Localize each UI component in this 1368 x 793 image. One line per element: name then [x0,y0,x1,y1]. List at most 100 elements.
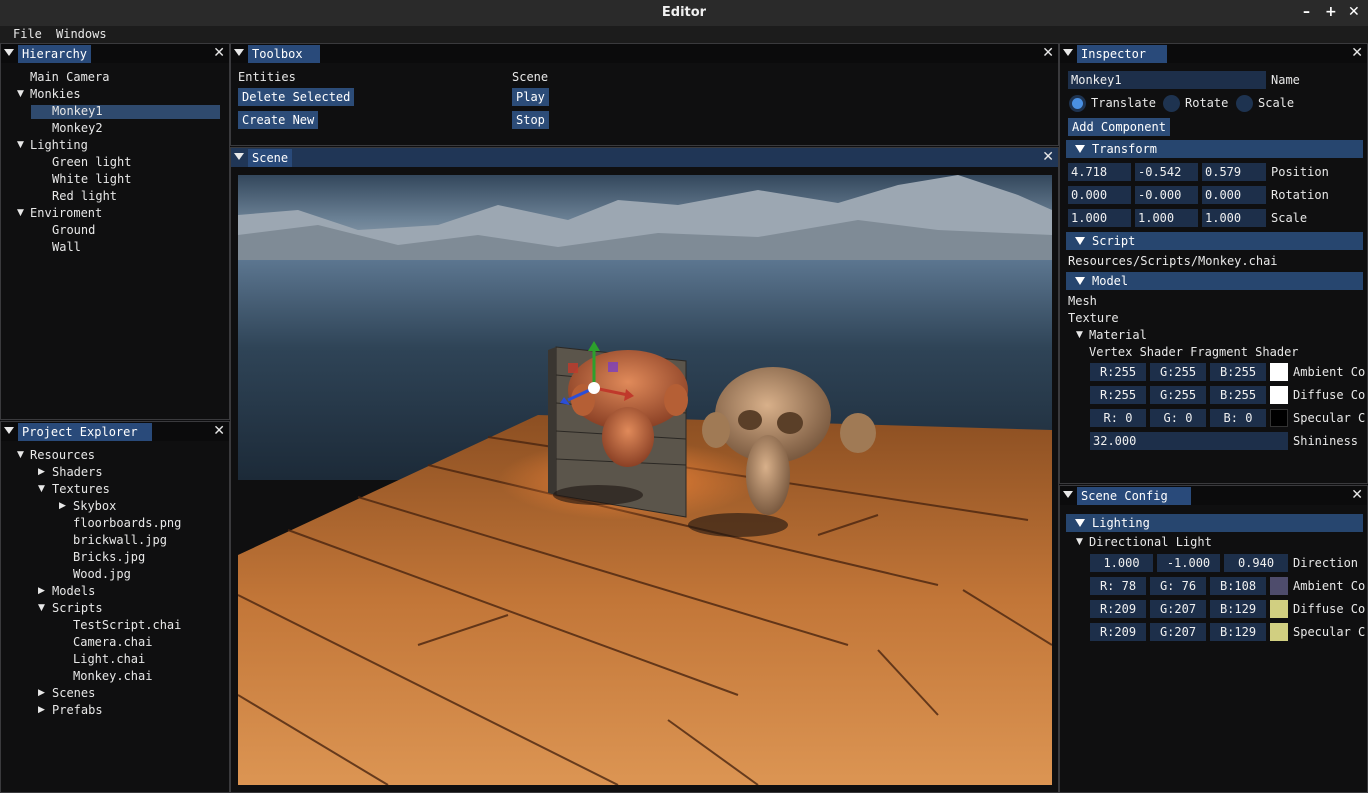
close-icon[interactable]: ✕ [1351,486,1363,504]
expand-arrow-icon[interactable]: ▼ [38,600,45,617]
collapse-icon[interactable] [234,49,244,56]
expand-arrow-icon[interactable]: ▼ [1076,534,1083,551]
tree-item-models[interactable]: Models [52,583,95,600]
ambient-color-swatch[interactable] [1270,363,1288,381]
tree-item-ground[interactable]: Ground [52,222,95,239]
light-ambient-b-field[interactable]: B:108 [1210,577,1266,595]
tree-item-enviroment[interactable]: Enviroment [30,205,102,222]
light-specular-g-field[interactable]: G:207 [1150,623,1206,641]
collapse-icon[interactable] [4,427,14,434]
close-icon[interactable]: ✕ [1348,4,1360,20]
material-label[interactable]: Material [1089,327,1147,344]
diffuse-r-field[interactable]: R:255 [1090,386,1146,404]
ambient-g-field[interactable]: G:255 [1150,363,1206,381]
tree-item-file[interactable]: Light.chai [73,651,145,668]
light-specular-r-field[interactable]: R:209 [1090,623,1146,641]
scale-z-field[interactable]: 1.000 [1202,209,1266,227]
tree-item-monkey1[interactable]: Monkey1 [52,103,103,120]
tree-item-wall[interactable]: Wall [52,239,81,256]
scale-radio[interactable] [1236,95,1253,112]
specular-r-field[interactable]: R: 0 [1090,409,1146,427]
add-component-button[interactable]: Add Component [1068,118,1170,136]
close-icon[interactable]: ✕ [1042,148,1054,166]
transform-header[interactable]: Transform [1066,140,1363,158]
rotation-y-field[interactable]: -0.000 [1135,186,1198,204]
light-diffuse-g-field[interactable]: G:207 [1150,600,1206,618]
close-icon[interactable]: ✕ [1351,44,1363,62]
tree-item-main-camera[interactable]: Main Camera [30,69,109,86]
light-diffuse-b-field[interactable]: B:129 [1210,600,1266,618]
tree-item-monkies[interactable]: Monkies [30,86,81,103]
tree-item-textures[interactable]: Textures [52,481,110,498]
diffuse-color-swatch[interactable] [1270,386,1288,404]
light-specular-swatch[interactable] [1270,623,1288,641]
specular-color-swatch[interactable] [1270,409,1288,427]
light-diffuse-swatch[interactable] [1270,600,1288,618]
tree-item-shaders[interactable]: Shaders [52,464,103,481]
directional-light-label[interactable]: Directional Light [1089,534,1212,551]
light-ambient-g-field[interactable]: G: 76 [1150,577,1206,595]
tree-item-file[interactable]: Camera.chai [73,634,152,651]
play-button[interactable]: Play [512,88,549,106]
light-ambient-swatch[interactable] [1270,577,1288,595]
expand-arrow-icon[interactable]: ▼ [38,481,45,498]
lighting-header[interactable]: Lighting [1066,514,1363,532]
tree-item-resources[interactable]: Resources [30,447,95,464]
direction-z-field[interactable]: 0.940 [1224,554,1288,572]
rotation-x-field[interactable]: 0.000 [1068,186,1131,204]
menu-file[interactable]: File [13,26,42,43]
scene-viewport[interactable] [238,175,1052,785]
name-field[interactable]: Monkey1 [1068,71,1266,89]
collapsed-arrow-icon[interactable]: ▶ [38,583,45,600]
ambient-r-field[interactable]: R:255 [1090,363,1146,381]
scale-x-field[interactable]: 1.000 [1068,209,1131,227]
close-icon[interactable]: ✕ [213,44,225,62]
shininess-field[interactable]: 32.000 [1090,432,1288,450]
tree-item-green-light[interactable]: Green light [52,154,131,171]
rotate-radio[interactable] [1163,95,1180,112]
script-header[interactable]: Script [1066,232,1363,250]
expand-arrow-icon[interactable]: ▼ [1076,327,1083,344]
collapse-icon[interactable] [1063,49,1073,56]
light-specular-b-field[interactable]: B:129 [1210,623,1266,641]
tree-item-white-light[interactable]: White light [52,171,131,188]
tree-item-file[interactable]: brickwall.jpg [73,532,167,549]
expand-arrow-icon[interactable]: ▼ [17,205,24,222]
tree-item-scenes[interactable]: Scenes [52,685,95,702]
expand-arrow-icon[interactable]: ▼ [17,447,24,464]
maximize-icon[interactable]: + [1325,4,1337,20]
close-icon[interactable]: ✕ [1042,44,1054,62]
direction-x-field[interactable]: 1.000 [1090,554,1153,572]
model-header[interactable]: Model [1066,272,1363,290]
tree-item-file[interactable]: Wood.jpg [73,566,131,583]
collapsed-arrow-icon[interactable]: ▶ [38,685,45,702]
project-explorer-tab[interactable]: Project Explorer [18,423,152,441]
expand-arrow-icon[interactable]: ▼ [17,86,24,103]
diffuse-b-field[interactable]: B:255 [1210,386,1266,404]
inspector-tab[interactable]: Inspector [1077,45,1167,63]
tree-item-scripts[interactable]: Scripts [52,600,103,617]
tree-item-prefabs[interactable]: Prefabs [52,702,103,719]
position-z-field[interactable]: 0.579 [1202,163,1266,181]
scene-tab[interactable]: Scene [248,149,293,167]
scale-y-field[interactable]: 1.000 [1135,209,1198,227]
specular-g-field[interactable]: G: 0 [1150,409,1206,427]
minimize-icon[interactable]: – [1303,4,1310,20]
rotation-z-field[interactable]: 0.000 [1202,186,1266,204]
translate-radio[interactable] [1069,95,1086,112]
scene-config-tab[interactable]: Scene Config [1077,487,1191,505]
ambient-b-field[interactable]: B:255 [1210,363,1266,381]
stop-button[interactable]: Stop [512,111,549,129]
toolbox-tab[interactable]: Toolbox [248,45,320,63]
tree-item-lighting[interactable]: Lighting [30,137,88,154]
menu-windows[interactable]: Windows [56,26,107,43]
tree-item-monkey2[interactable]: Monkey2 [52,120,103,137]
collapsed-arrow-icon[interactable]: ▶ [38,702,45,719]
tree-item-skybox[interactable]: Skybox [73,498,116,515]
collapse-icon[interactable] [4,49,14,56]
tree-item-file[interactable]: TestScript.chai [73,617,181,634]
collapsed-arrow-icon[interactable]: ▶ [38,464,45,481]
close-icon[interactable]: ✕ [213,422,225,440]
position-y-field[interactable]: -0.542 [1135,163,1198,181]
collapsed-arrow-icon[interactable]: ▶ [59,498,66,515]
